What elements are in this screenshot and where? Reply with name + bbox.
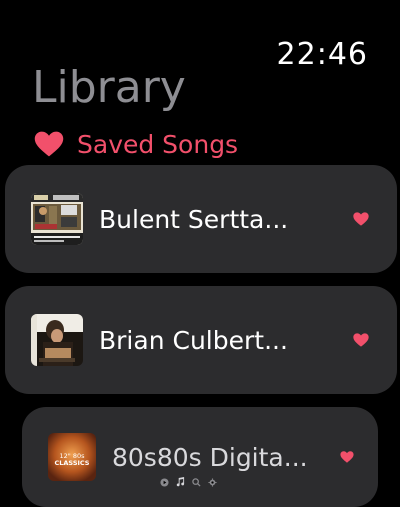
status-time: 22:46 [276,37,368,72]
saved-songs-link[interactable]: Saved Songs [34,128,238,160]
play-icon[interactable] [160,472,169,491]
song-title: 80s80s Digita... [112,442,308,472]
favorite-heart-icon[interactable] [353,212,369,226]
settings-icon[interactable] [208,472,217,491]
favorite-heart-icon[interactable] [353,333,369,347]
music-icon[interactable] [176,472,185,491]
search-icon[interactable] [192,472,201,491]
favorite-heart-icon[interactable] [340,451,354,463]
artwork-text-bottom: CLASSICS [54,459,89,467]
album-artwork-bulent [31,193,83,245]
heart-icon [34,131,64,157]
song-card[interactable]: Brian Culbert... [5,286,397,394]
song-card[interactable]: Bulent Sertta... [5,165,397,273]
page-title: Library [32,62,186,113]
saved-songs-label: Saved Songs [77,129,239,159]
album-artwork-80s80s: 12" 80s CLASSICS [48,433,96,481]
song-title: Brian Culbert... [99,325,288,355]
page-indicator [160,472,217,491]
song-title: Bulent Sertta... [99,204,289,234]
song-card[interactable]: 12" 80s CLASSICS 80s80s Digita... [22,407,378,507]
album-artwork-brian [31,314,83,366]
